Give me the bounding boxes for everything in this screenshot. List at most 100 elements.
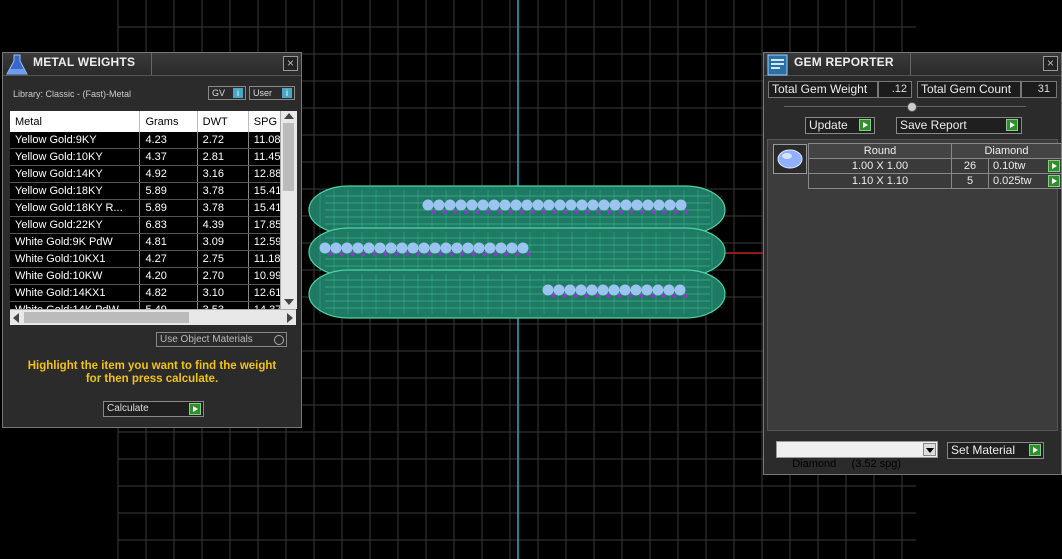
prong — [416, 252, 421, 256]
table-row[interactable]: White Gold:10KX1 4.27 2.75 11.18 — [10, 250, 280, 268]
column-header-grams[interactable]: Grams — [139, 111, 198, 132]
prong — [515, 252, 520, 256]
table-row[interactable]: Yellow Gold:9KY 4.23 2.72 11.08 — [10, 132, 280, 149]
chevron-down-icon[interactable] — [923, 443, 936, 456]
metal-table-hscroll[interactable] — [10, 309, 296, 325]
panel-splitter[interactable] — [784, 106, 1026, 107]
prong — [596, 210, 601, 214]
prong — [471, 252, 476, 256]
play-arrow-icon[interactable] — [1048, 175, 1060, 187]
ring-model[interactable] — [308, 185, 726, 319]
gem-stone — [363, 242, 375, 254]
prong — [629, 210, 634, 214]
user-indicator: i — [282, 88, 292, 98]
scroll-right-icon[interactable] — [287, 313, 293, 323]
scroll-down-icon[interactable] — [284, 299, 294, 305]
gem-reporter-titlebar[interactable]: GEM REPORTER × — [764, 53, 1061, 76]
prong — [438, 252, 443, 256]
table-row[interactable]: Yellow Gold:22KY 6.83 4.39 17.85 — [10, 216, 280, 234]
table-row[interactable]: Yellow Gold:10KY 4.37 2.81 11.45 — [10, 148, 280, 166]
cell-dwt: 3.78 — [197, 199, 249, 217]
play-arrow-icon[interactable] — [1048, 160, 1060, 172]
prong — [526, 252, 531, 256]
use-object-materials-checkbox[interactable]: Use Object Materials — [156, 332, 287, 347]
cell-grams: 5.49 — [139, 301, 198, 309]
gem-stone — [542, 284, 554, 296]
cell-spg: 17.85 — [248, 216, 280, 234]
column-header-spg[interactable]: SPG — [248, 111, 280, 132]
gem-stone — [543, 199, 555, 211]
table-row[interactable]: White Gold:10KW 4.20 2.70 10.99 — [10, 267, 280, 285]
gem-stone — [619, 284, 631, 296]
gem-row[interactable]: 1.00 X 1.00 26 0.10tw — [808, 158, 1062, 174]
user-toggle[interactable]: User i — [249, 86, 295, 100]
prong — [427, 252, 432, 256]
table-row[interactable]: White Gold:14K PdW5.493.5314.37 — [10, 301, 280, 309]
close-icon[interactable]: × — [1043, 56, 1058, 71]
save-report-button[interactable]: Save Report — [896, 117, 1022, 134]
prong — [662, 210, 667, 214]
gem-stone — [473, 242, 485, 254]
table-row[interactable]: Yellow Gold:18KY R... 5.89 3.78 15.41 — [10, 199, 280, 217]
gem-size: 1.10 X 1.10 — [808, 173, 952, 189]
close-icon[interactable]: × — [283, 56, 298, 71]
hscroll-thumb[interactable] — [24, 312, 189, 323]
prong — [673, 210, 678, 214]
column-header-metal[interactable]: Metal — [10, 111, 141, 132]
gem-stone — [620, 199, 632, 211]
prong — [519, 210, 524, 214]
table-row[interactable]: White Gold:14KX1 4.82 3.10 12.61 — [10, 284, 280, 302]
gem-stone — [565, 199, 577, 211]
scroll-left-icon[interactable] — [13, 313, 19, 323]
prong — [552, 210, 557, 214]
metal-table[interactable]: Metal Grams DWT SPG Yellow Gold:9KY 4.23 2… — [10, 111, 280, 309]
gem-table[interactable]: Round Diamond 1.00 X 1.00 26 0.10tw 1.10 X … — [808, 143, 1062, 189]
cell-dwt: 3.53 — [197, 301, 249, 309]
library-label: Library: Classic - (Fast)-Metal — [13, 89, 132, 99]
metal-weights-titlebar[interactable]: METAL WEIGHTS × — [3, 53, 301, 76]
prong — [449, 252, 454, 256]
prong — [584, 294, 589, 298]
material-select[interactable]: Diamond (3.52 spg) — [776, 441, 938, 470]
checkbox-box[interactable] — [274, 335, 284, 345]
cell-grams: 5.89 — [139, 182, 198, 200]
cell-dwt: 4.39 — [197, 216, 249, 234]
prong — [606, 294, 611, 298]
column-header-dwt[interactable]: DWT — [197, 111, 249, 132]
gem-weight: 0.025tw — [993, 175, 1032, 187]
prong — [574, 210, 579, 214]
gem-reporter-panel: GEM REPORTER × Total Gem Weight .12 Tota… — [763, 52, 1062, 475]
gem-stone — [652, 284, 664, 296]
gem-stone — [608, 284, 620, 296]
gem-stone — [675, 199, 687, 211]
prong — [405, 252, 410, 256]
gem-stone — [499, 199, 511, 211]
metal-table-vscroll[interactable] — [280, 111, 297, 309]
material-select-value: Diamond (3.52 spg) — [792, 458, 902, 470]
gem-shape-thumbnail[interactable] — [773, 144, 807, 174]
cell-spg: 11.45 — [248, 148, 280, 166]
prong — [508, 210, 513, 214]
gem-stone — [598, 199, 610, 211]
gem-stone — [418, 242, 430, 254]
table-row[interactable]: Yellow Gold:14KY 4.92 3.16 12.88 — [10, 165, 280, 183]
set-material-button[interactable]: Set Material — [947, 442, 1044, 459]
calculate-hint: Highlight the item you want to find the … — [27, 360, 277, 385]
cell-grams: 5.89 — [139, 199, 198, 217]
prong — [573, 294, 578, 298]
gem-stone — [484, 242, 496, 254]
gv-toggle[interactable]: GV i — [208, 86, 246, 100]
prong — [661, 294, 666, 298]
gem-stone — [319, 242, 331, 254]
prong — [497, 210, 502, 214]
splitter-handle-icon[interactable] — [907, 102, 917, 112]
update-button[interactable]: Update — [805, 117, 875, 134]
cell-metal: White Gold:14KX1 — [10, 284, 141, 302]
table-row[interactable]: Yellow Gold:18KY 5.89 3.78 15.41 — [10, 182, 280, 200]
scroll-up-icon[interactable] — [284, 113, 294, 119]
calculate-button[interactable]: Calculate — [103, 401, 204, 417]
table-row[interactable]: White Gold:9K PdW 4.81 3.09 12.59 — [10, 233, 280, 251]
scroll-thumb[interactable] — [283, 123, 294, 191]
cell-grams: 4.92 — [139, 165, 198, 183]
gem-row[interactable]: 1.10 X 1.10 5 0.025tw — [808, 173, 1062, 189]
